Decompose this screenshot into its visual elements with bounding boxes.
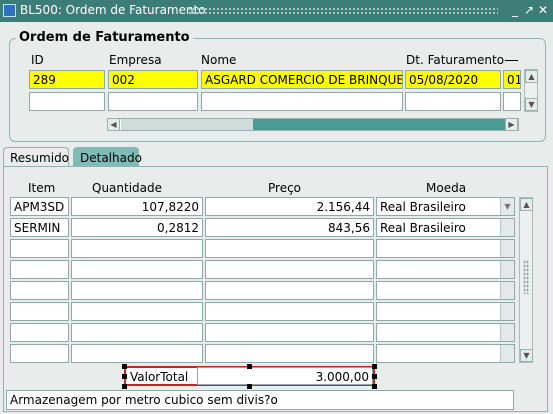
chevron-down-icon[interactable]: [500, 282, 514, 299]
item-cell[interactable]: [10, 281, 69, 300]
col-header-quantidade: Quantidade: [92, 181, 163, 195]
status-message-field[interactable]: Armazenagem por metro cubico sem divis?o: [6, 390, 514, 410]
close-icon[interactable]: ✕: [536, 3, 550, 17]
chevron-down-icon[interactable]: [500, 303, 514, 320]
header-dt-faturamento: Dt. Faturamento: [406, 53, 505, 67]
extra-field[interactable]: 01: [503, 70, 521, 89]
col-header-moeda: Moeda: [426, 181, 467, 195]
moeda-select[interactable]: Real Brasileiro: [376, 218, 515, 237]
moeda-select[interactable]: Real Brasileiro ▼: [376, 197, 515, 216]
moeda-select[interactable]: [376, 323, 515, 342]
tab-detalhado[interactable]: Detalhado: [73, 147, 142, 167]
item-cell[interactable]: APM3SD: [10, 197, 69, 216]
chevron-down-icon[interactable]: [500, 324, 514, 341]
empresa-field[interactable]: 002: [108, 70, 198, 89]
preco-cell[interactable]: [205, 260, 374, 279]
scroll-down-icon[interactable]: ▼: [525, 98, 538, 111]
scroll-up-icon[interactable]: ▲: [525, 70, 538, 83]
header-id: ID: [31, 53, 44, 67]
ordem-hscrollbar[interactable]: ◀ ▶: [107, 118, 519, 131]
nome-field[interactable]: ASGARD COMERCIO DE BRINQUE: [201, 70, 403, 89]
moeda-select[interactable]: [376, 239, 515, 258]
valortotal-label: ValorTotal: [130, 370, 189, 384]
header-empresa: Empresa: [109, 53, 162, 67]
header-nome: Nome: [201, 53, 237, 67]
dt-faturamento-field-empty[interactable]: [405, 92, 501, 111]
title-bar[interactable]: BL500: Ordem de Faturamento _ ↗ ✕: [0, 0, 553, 22]
chevron-down-icon[interactable]: [500, 345, 514, 362]
valortotal-field[interactable]: 3.000,00: [197, 367, 373, 385]
preco-cell[interactable]: 2.156,44: [205, 197, 374, 216]
col-header-preco: Preço: [268, 181, 302, 195]
scroll-up-icon[interactable]: ▲: [520, 198, 533, 211]
col-header-item: Item: [28, 181, 56, 195]
vscroll-grip[interactable]: [523, 260, 529, 294]
quantidade-cell[interactable]: [71, 323, 203, 342]
restore-icon[interactable]: ↗: [522, 3, 536, 17]
moeda-value: Real Brasileiro: [380, 221, 466, 235]
selection-handle[interactable]: [372, 384, 377, 389]
quantidade-cell[interactable]: 0,2812: [71, 218, 203, 237]
selection-handle[interactable]: [122, 364, 127, 369]
empresa-field-empty[interactable]: [108, 92, 198, 111]
hscroll-track: [253, 119, 505, 130]
scroll-left-icon[interactable]: ◀: [107, 118, 120, 131]
quantidade-cell[interactable]: 107,8220: [71, 197, 203, 216]
chevron-down-icon[interactable]: ▼: [500, 198, 514, 215]
preco-cell[interactable]: [205, 281, 374, 300]
preco-cell[interactable]: [205, 302, 374, 321]
preco-cell[interactable]: [205, 239, 374, 258]
selection-handle[interactable]: [247, 364, 252, 369]
quantidade-cell[interactable]: [71, 302, 203, 321]
preco-cell[interactable]: [205, 344, 374, 363]
extra-field-empty[interactable]: [503, 92, 521, 111]
item-cell[interactable]: [10, 260, 69, 279]
moeda-select[interactable]: [376, 302, 515, 321]
table-vscrollbar[interactable]: ▲ ▼: [519, 197, 533, 363]
item-cell[interactable]: [10, 302, 69, 321]
quantidade-cell[interactable]: [71, 239, 203, 258]
app-icon: [3, 4, 16, 17]
selection-handle[interactable]: [247, 384, 252, 389]
window-title: BL500: Ordem de Faturamento: [20, 3, 206, 17]
moeda-select[interactable]: [376, 344, 515, 363]
selection-handle[interactable]: [122, 374, 127, 379]
hscroll-thumb[interactable]: [121, 119, 253, 130]
title-grip: [188, 7, 498, 15]
id-field-empty[interactable]: [29, 92, 105, 111]
minimize-icon[interactable]: _: [508, 3, 522, 17]
tab-resumido[interactable]: Resumido: [3, 147, 69, 167]
quantidade-cell[interactable]: [71, 344, 203, 363]
selection-handle[interactable]: [372, 374, 377, 379]
ordem-vscrollbar[interactable]: ▲ ▼: [524, 69, 538, 112]
selection-handle[interactable]: [372, 364, 377, 369]
chevron-down-icon[interactable]: [500, 261, 514, 278]
preco-cell[interactable]: [205, 323, 374, 342]
item-cell[interactable]: SERMIN: [10, 218, 69, 237]
nome-field-empty[interactable]: [201, 92, 403, 111]
item-cell[interactable]: [10, 239, 69, 258]
preco-cell[interactable]: 843,56: [205, 218, 374, 237]
moeda-select[interactable]: [376, 281, 515, 300]
quantidade-cell[interactable]: [71, 281, 203, 300]
item-cell[interactable]: [10, 323, 69, 342]
moeda-value: Real Brasileiro: [380, 200, 466, 214]
id-field[interactable]: 289: [29, 70, 105, 89]
selection-handle[interactable]: [122, 384, 127, 389]
quantidade-cell[interactable]: [71, 260, 203, 279]
header-more-dash: [505, 60, 518, 61]
scroll-down-icon[interactable]: ▼: [520, 349, 533, 362]
chevron-down-icon[interactable]: [500, 240, 514, 257]
item-cell[interactable]: [10, 344, 69, 363]
ordem-frame-title: Ordem de Faturamento: [16, 30, 193, 45]
scroll-right-icon[interactable]: ▶: [505, 118, 518, 131]
dt-faturamento-field[interactable]: 05/08/2020: [405, 70, 501, 89]
moeda-select[interactable]: [376, 260, 515, 279]
chevron-down-icon[interactable]: [500, 219, 514, 236]
